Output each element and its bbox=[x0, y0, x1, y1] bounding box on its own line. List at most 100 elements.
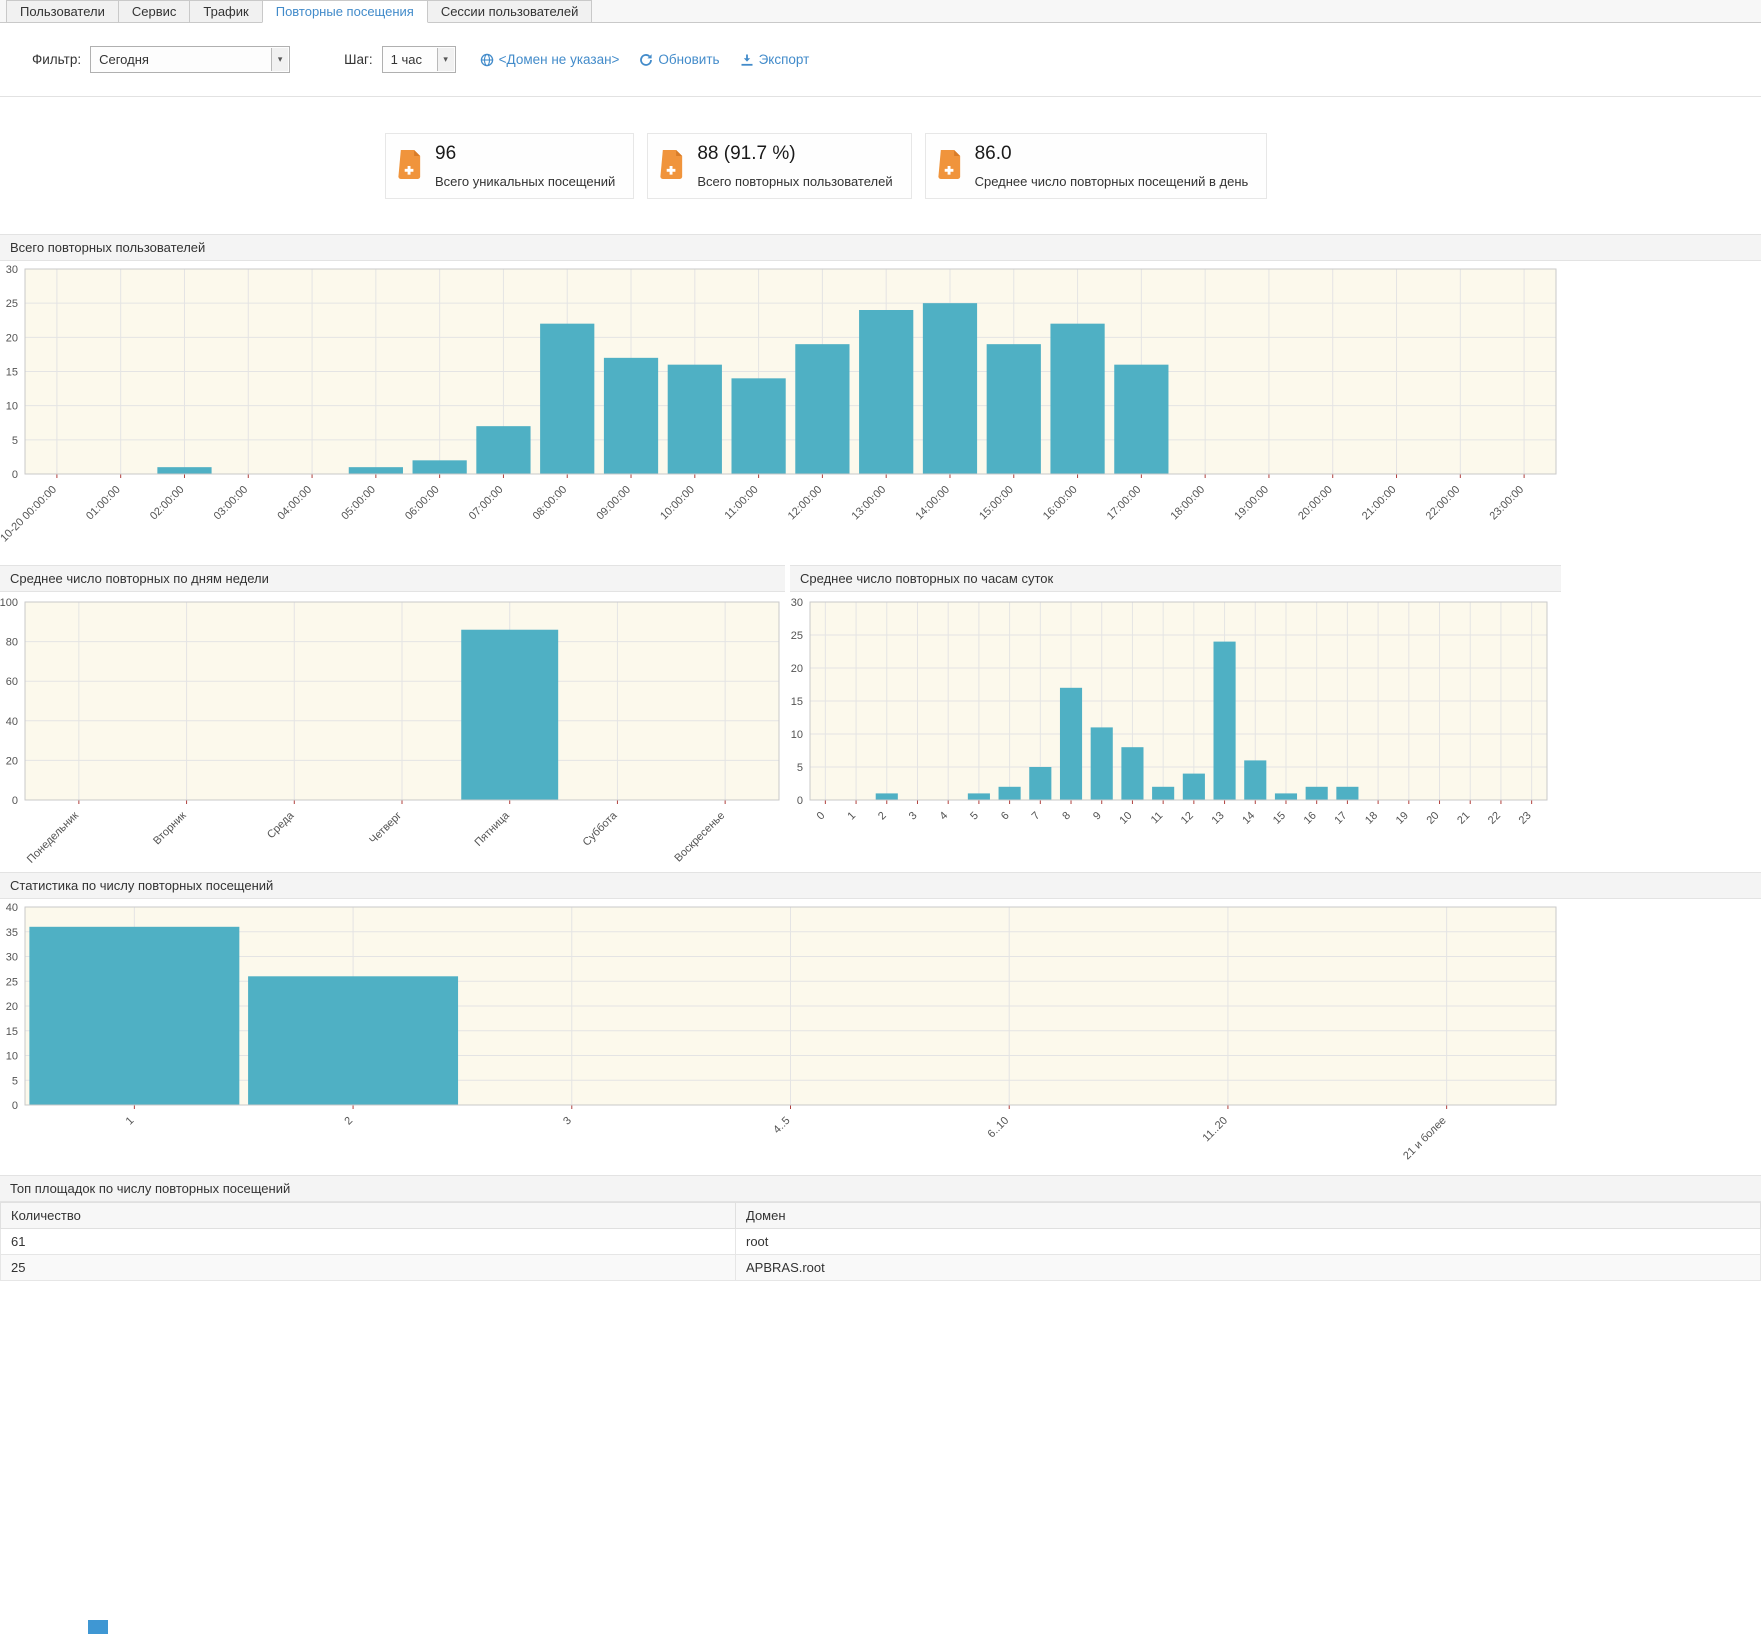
filter-label: Фильтр: bbox=[32, 52, 81, 67]
svg-text:7: 7 bbox=[1030, 810, 1043, 823]
svg-text:15: 15 bbox=[791, 696, 803, 708]
tab-users[interactable]: Пользователи bbox=[6, 0, 119, 22]
svg-text:8: 8 bbox=[1060, 810, 1073, 823]
export-link-label: Экспорт bbox=[759, 52, 810, 67]
svg-text:3: 3 bbox=[907, 810, 920, 823]
svg-text:20: 20 bbox=[1424, 810, 1441, 827]
svg-text:14: 14 bbox=[1240, 810, 1257, 827]
chart-total-repeat: 05101520253010-20 00:00:0001:00:0002:00:… bbox=[0, 261, 1761, 561]
table-row: 61 root bbox=[1, 1229, 1761, 1255]
stat-value: 86.0 bbox=[975, 143, 1249, 165]
chart-title-by-hour: Среднее число повторных по часам суток bbox=[790, 565, 1561, 592]
svg-text:10: 10 bbox=[791, 729, 803, 741]
svg-text:35: 35 bbox=[6, 927, 18, 939]
step-select[interactable]: 1 час ▾ bbox=[382, 46, 456, 73]
svg-text:19: 19 bbox=[1394, 810, 1411, 827]
document-plus-icon bbox=[938, 150, 963, 182]
top-sites-section: Топ площадок по числу повторных посещени… bbox=[0, 1175, 1761, 1281]
domain-link-label: <Домен не указан> bbox=[499, 52, 620, 67]
chart-by-weekday: 020406080100ПонедельникВторникСредаЧетве… bbox=[0, 592, 785, 864]
svg-text:Пятница: Пятница bbox=[473, 809, 513, 849]
panel-by-weekday: Среднее число повторных по дням недели 0… bbox=[0, 565, 785, 864]
svg-text:21: 21 bbox=[1455, 810, 1472, 827]
svg-text:09:00:00: 09:00:00 bbox=[594, 484, 633, 523]
cell-quantity: 25 bbox=[1, 1255, 736, 1281]
stat-repeat-users: 88 (91.7 %) Всего повторных пользователе… bbox=[647, 133, 911, 199]
svg-text:17: 17 bbox=[1332, 810, 1349, 827]
svg-text:10: 10 bbox=[1117, 810, 1134, 827]
bottom-blue-indicator bbox=[88, 1620, 108, 1634]
chart-title-by-weekday: Среднее число повторных по дням недели bbox=[0, 565, 785, 592]
stat-value: 96 bbox=[435, 143, 615, 165]
table-row: 25 APBRAS.root bbox=[1, 1255, 1761, 1281]
svg-text:21:00:00: 21:00:00 bbox=[1360, 484, 1399, 523]
refresh-link-label: Обновить bbox=[658, 52, 719, 67]
svg-text:05:00:00: 05:00:00 bbox=[339, 484, 378, 523]
svg-text:04:00:00: 04:00:00 bbox=[275, 484, 314, 523]
panel-total-repeat-users: Всего повторных пользователей 0510152025… bbox=[0, 234, 1761, 561]
svg-text:25: 25 bbox=[6, 976, 18, 988]
svg-text:02:00:00: 02:00:00 bbox=[148, 484, 187, 523]
filter-select[interactable]: Сегодня ▾ bbox=[90, 46, 290, 73]
svg-text:6: 6 bbox=[999, 810, 1012, 823]
svg-text:11..20: 11..20 bbox=[1201, 1115, 1231, 1145]
svg-text:15: 15 bbox=[6, 1026, 18, 1038]
svg-text:30: 30 bbox=[791, 597, 803, 609]
tab-repeat-visits[interactable]: Повторные посещения bbox=[262, 0, 428, 23]
filter-bar: Фильтр: Сегодня ▾ Шаг: 1 час ▾ <Домен не… bbox=[0, 23, 1761, 97]
svg-text:5: 5 bbox=[968, 810, 981, 823]
tab-user-sessions[interactable]: Сессии пользователей bbox=[427, 0, 593, 22]
svg-text:0: 0 bbox=[815, 810, 828, 823]
svg-text:14:00:00: 14:00:00 bbox=[913, 484, 952, 523]
svg-text:3: 3 bbox=[561, 1115, 574, 1128]
tab-bar: Пользователи Сервис Трафик Повторные пос… bbox=[0, 0, 1761, 23]
bar-chart-by-weekday: 020406080100ПонедельникВторникСредаЧетве… bbox=[0, 592, 785, 864]
tab-traffic[interactable]: Трафик bbox=[189, 0, 262, 22]
stats-row: 96 Всего уникальных посещений 88 (91.7 %… bbox=[385, 133, 1761, 199]
svg-text:22:00:00: 22:00:00 bbox=[1424, 484, 1463, 523]
svg-text:22: 22 bbox=[1486, 810, 1503, 827]
svg-text:0: 0 bbox=[797, 795, 803, 807]
svg-text:5: 5 bbox=[12, 435, 18, 447]
export-link[interactable]: Экспорт bbox=[740, 52, 810, 67]
column-header-domain: Домен bbox=[736, 1203, 1761, 1229]
tab-service[interactable]: Сервис bbox=[118, 0, 191, 22]
svg-text:40: 40 bbox=[6, 902, 18, 914]
filter-select-value: Сегодня bbox=[99, 52, 149, 67]
bar-chart-by-hour: 0510152025300123456789101112131415161718… bbox=[790, 592, 1561, 864]
svg-text:16:00:00: 16:00:00 bbox=[1041, 484, 1080, 523]
svg-text:4..5: 4..5 bbox=[771, 1115, 792, 1136]
svg-text:20: 20 bbox=[791, 663, 803, 675]
svg-text:Суббота: Суббота bbox=[581, 809, 621, 849]
cell-domain: root bbox=[736, 1229, 1761, 1255]
svg-text:30: 30 bbox=[6, 952, 18, 964]
svg-text:Среда: Среда bbox=[265, 809, 297, 841]
svg-text:40: 40 bbox=[6, 716, 18, 728]
svg-text:15: 15 bbox=[6, 367, 18, 379]
top-sites-table: Количество Домен 61 root 25 APBRAS.root bbox=[0, 1202, 1761, 1281]
svg-text:07:00:00: 07:00:00 bbox=[467, 484, 506, 523]
svg-text:0: 0 bbox=[12, 795, 18, 807]
svg-text:0: 0 bbox=[12, 1100, 18, 1112]
step-select-value: 1 час bbox=[391, 52, 422, 67]
svg-text:11:00:00: 11:00:00 bbox=[723, 484, 761, 522]
stat-avg-repeat-per-day: 86.0 Среднее число повторных посещений в… bbox=[925, 133, 1268, 199]
svg-text:19:00:00: 19:00:00 bbox=[1232, 484, 1271, 523]
svg-text:13: 13 bbox=[1210, 810, 1227, 827]
chart-title-visit-count: Статистика по числу повторных посещений bbox=[0, 872, 1761, 899]
document-plus-icon bbox=[398, 150, 423, 182]
domain-link[interactable]: <Домен не указан> bbox=[480, 52, 620, 67]
svg-text:06:00:00: 06:00:00 bbox=[403, 484, 442, 523]
refresh-icon bbox=[639, 53, 653, 67]
svg-text:80: 80 bbox=[6, 637, 18, 649]
svg-text:12: 12 bbox=[1179, 810, 1196, 827]
refresh-link[interactable]: Обновить bbox=[639, 52, 719, 67]
cell-quantity: 61 bbox=[1, 1229, 736, 1255]
chart-by-hour: 0510152025300123456789101112131415161718… bbox=[790, 592, 1561, 864]
svg-text:15:00:00: 15:00:00 bbox=[977, 484, 1016, 523]
document-plus-icon bbox=[660, 150, 685, 182]
svg-text:25: 25 bbox=[6, 298, 18, 310]
cell-domain: APBRAS.root bbox=[736, 1255, 1761, 1281]
globe-icon bbox=[480, 53, 494, 67]
svg-text:25: 25 bbox=[791, 630, 803, 642]
